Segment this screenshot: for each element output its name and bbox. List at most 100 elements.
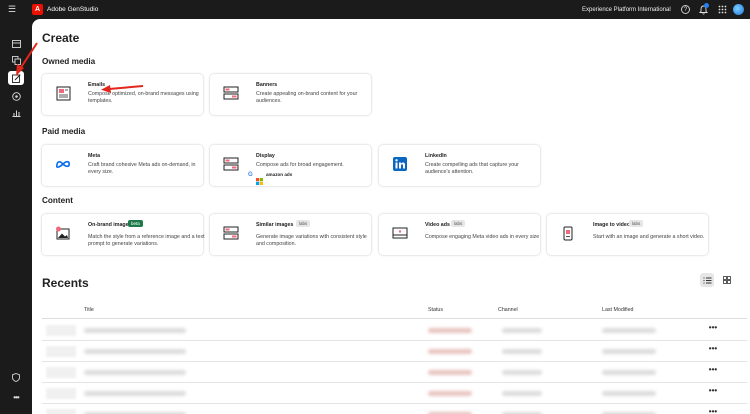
hamburger-icon[interactable]: ☰ <box>8 4 22 15</box>
left-rail: ••• <box>0 19 32 414</box>
card-title: Video ads <box>425 222 450 228</box>
meta-logo-icon <box>55 156 71 172</box>
labs-badge: labs <box>296 220 311 227</box>
row-channel <box>502 328 542 333</box>
section-heading-owned: Owned media <box>42 57 96 66</box>
row-thumbnail <box>46 367 76 378</box>
column-title[interactable]: Title <box>84 307 94 313</box>
row-thumbnail <box>46 325 76 336</box>
email-template-icon <box>55 85 71 101</box>
recents-heading: Recents <box>42 276 89 290</box>
card-title: Meta <box>88 153 101 159</box>
banner-icon <box>223 85 239 101</box>
help-icon[interactable]: ? <box>681 5 690 14</box>
card-title: On-brand images <box>88 222 132 228</box>
app-name: Adobe GenStudio <box>47 6 99 13</box>
notification-dot <box>704 3 709 8</box>
similar-images-icon <box>223 225 239 241</box>
row-title <box>84 349 186 354</box>
main-panel: Create Owned media Emails Compose optimi… <box>32 19 750 414</box>
section-heading-paid: Paid media <box>42 127 86 136</box>
card-description: Generate image variations with consisten… <box>256 234 367 247</box>
card-meta[interactable]: Meta Craft brand cohesive Meta ads on-de… <box>42 145 203 186</box>
grid-view-icon[interactable] <box>720 273 734 287</box>
content-library-icon[interactable] <box>11 55 21 65</box>
row-status <box>428 370 472 375</box>
card-description: Compose optimized, on-brand messages usi… <box>88 91 199 104</box>
card-linkedin[interactable]: LinkedIn Create compelling ads that capt… <box>379 145 540 186</box>
table-row[interactable]: ••• <box>42 362 747 383</box>
card-title: Banners <box>256 82 278 88</box>
video-ad-icon <box>392 225 408 241</box>
table-row[interactable]: ••• <box>42 383 747 404</box>
row-thumbnail <box>46 388 76 399</box>
card-description: Create appealing on-brand content for yo… <box>256 91 358 104</box>
card-description: Compose ads for broad engagement. <box>256 162 344 168</box>
adobe-logo: A <box>32 4 43 15</box>
org-switcher[interactable]: Experience Platform International <box>582 7 671 13</box>
row-channel <box>502 391 542 396</box>
microsoft-logo-icon <box>256 172 263 185</box>
more-actions-icon[interactable]: ••• <box>706 387 720 399</box>
labs-badge: labs <box>451 220 466 227</box>
table-row[interactable]: ••• <box>42 404 747 414</box>
amazon-ads-logo: amazon ads <box>266 172 293 177</box>
row-modified <box>602 349 656 354</box>
create-icon[interactable] <box>8 71 24 85</box>
row-thumbnail <box>46 346 76 357</box>
column-channel[interactable]: Channel <box>498 307 518 313</box>
more-actions-icon[interactable]: ••• <box>706 366 720 378</box>
card-title: LinkedIn <box>425 153 447 159</box>
row-thumbnail <box>46 409 76 414</box>
table-row[interactable]: ••• <box>42 341 747 362</box>
more-actions-icon[interactable]: ••• <box>706 345 720 357</box>
card-similar-images[interactable]: Similar images labs Generate image varia… <box>210 214 371 255</box>
beta-badge: beta <box>128 220 143 227</box>
insights-icon[interactable] <box>11 91 21 101</box>
column-status[interactable]: Status <box>428 307 443 313</box>
home-icon[interactable] <box>11 39 21 49</box>
section-heading-content: Content <box>42 196 73 205</box>
more-actions-icon[interactable]: ••• <box>706 324 720 336</box>
card-description: Craft brand cohesive Meta ads on-demand,… <box>88 162 196 175</box>
app-grid-icon[interactable] <box>717 4 728 15</box>
image-to-video-icon <box>560 225 576 241</box>
analytics-icon[interactable] <box>11 108 21 118</box>
card-on-brand-images[interactable]: On-brand images beta Match the style fro… <box>42 214 205 255</box>
page-title: Create <box>42 31 80 45</box>
avatar[interactable] <box>733 4 744 15</box>
card-description: Create compelling ads that capture your … <box>425 162 519 175</box>
row-status <box>428 328 472 333</box>
card-banners[interactable]: Banners Create appealing on-brand conten… <box>210 74 371 115</box>
row-modified <box>602 391 656 396</box>
card-description: Compose engaging Meta video ads in every… <box>425 234 540 240</box>
card-title: Similar images <box>256 222 294 228</box>
recents-table-header: Title Status Channel Last Modified <box>42 302 747 319</box>
labs-badge: labs <box>629 220 644 227</box>
row-title <box>84 370 186 375</box>
image-generate-icon <box>55 225 71 241</box>
row-channel <box>502 349 542 354</box>
card-image-to-video[interactable]: Image to video labs Start with an image … <box>547 214 708 255</box>
card-title: Emails <box>88 82 106 88</box>
card-title: Display <box>256 153 275 159</box>
row-title <box>84 391 186 396</box>
display-ad-icon <box>223 156 239 172</box>
top-bar: ☰ A Adobe GenStudio Experience Platform … <box>0 0 750 19</box>
row-modified <box>602 370 656 375</box>
column-last-modified[interactable]: Last Modified <box>602 307 634 313</box>
shield-icon[interactable] <box>11 372 21 382</box>
card-title: Image to video <box>593 222 631 228</box>
card-display[interactable]: Display Compose ads for broad engagement… <box>210 145 371 186</box>
card-video-ads[interactable]: Video ads labs Compose engaging Meta vid… <box>379 214 540 255</box>
card-emails[interactable]: Emails Compose optimized, on-brand messa… <box>42 74 203 115</box>
row-channel <box>502 370 542 375</box>
row-title <box>84 328 186 333</box>
list-view-icon[interactable] <box>700 273 714 287</box>
row-modified <box>602 328 656 333</box>
table-row[interactable]: ••• <box>42 320 747 341</box>
more-actions-icon[interactable]: ••• <box>706 408 720 414</box>
more-icon[interactable]: ••• <box>11 392 21 402</box>
google-logo-icon: G <box>248 172 253 178</box>
row-status <box>428 349 472 354</box>
